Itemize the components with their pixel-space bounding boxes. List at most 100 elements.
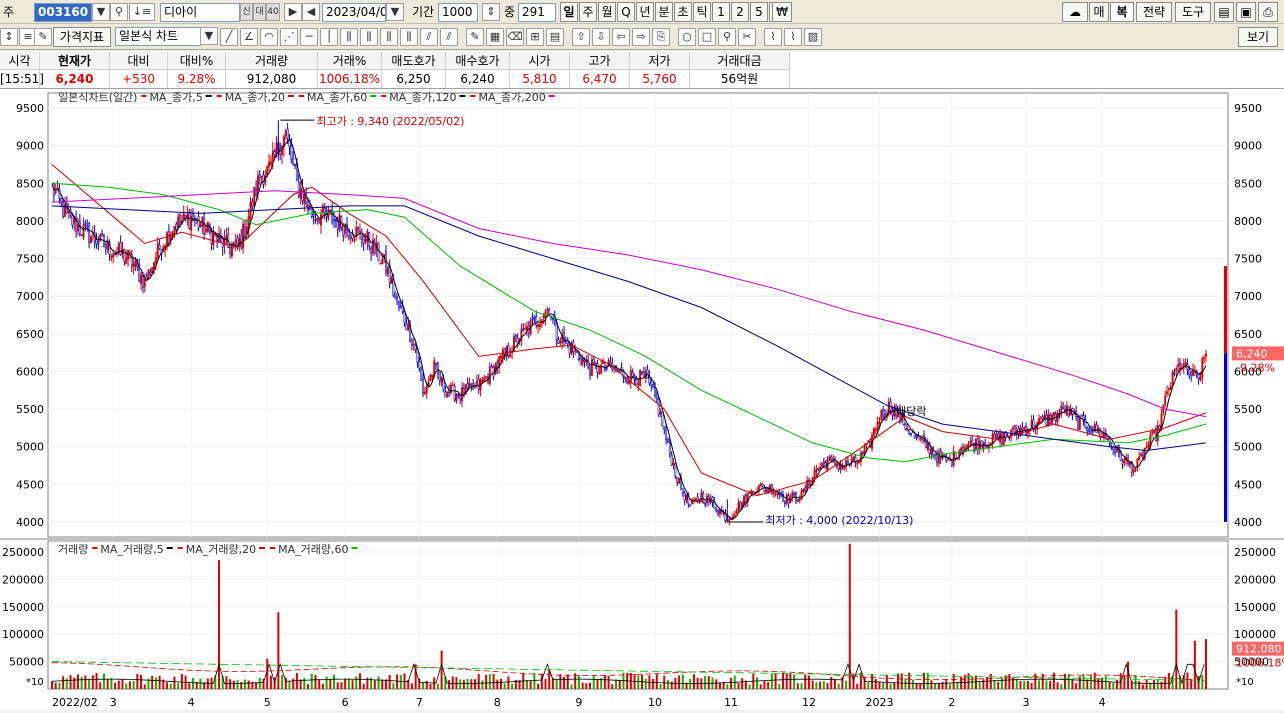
grid1-icon[interactable]: ⫼ <box>340 28 358 46</box>
candle-body <box>822 461 825 465</box>
palette-icon[interactable]: ▦ <box>486 28 504 46</box>
arrow-up-down-icon[interactable]: ↕ <box>0 28 18 46</box>
candle-body <box>1132 469 1135 472</box>
period-input[interactable]: 1000 <box>438 3 478 22</box>
grid3-icon[interactable]: ⫼ <box>380 28 398 46</box>
candle-body <box>1023 427 1026 430</box>
timeframe-8[interactable]: 1 <box>712 2 730 22</box>
save-icon[interactable]: ▣ <box>1236 2 1256 22</box>
candle-body <box>1153 430 1156 434</box>
volume-bar <box>741 678 744 689</box>
candle-body <box>995 434 998 438</box>
copy-icon[interactable]: ⎘ <box>652 28 670 46</box>
wave2-icon[interactable]: ⌇ <box>784 28 802 46</box>
eraser-icon[interactable]: ⌫ <box>506 28 524 46</box>
grid2-icon[interactable]: ⫼ <box>360 28 378 46</box>
candle-body <box>735 510 738 515</box>
code-dropdown-icon[interactable]: ▼ <box>92 3 110 21</box>
right-icon[interactable]: ⇨ <box>632 28 650 46</box>
strategy-button[interactable]: 전략 <box>1136 2 1172 22</box>
candle-body <box>702 492 705 503</box>
candle-body <box>1000 434 1003 444</box>
calendar-dropdown-icon[interactable]: ▼ <box>386 3 404 21</box>
export-icon[interactable]: ▧ <box>804 28 822 46</box>
tools-button[interactable]: 도구 <box>1175 2 1211 22</box>
edit-icon[interactable]: ✎ <box>34 28 52 46</box>
volume-unit-left: *10 <box>26 677 44 688</box>
line-icon[interactable]: ╱ <box>220 28 238 46</box>
candle-body <box>86 225 89 228</box>
channel1-icon[interactable]: ⫽ <box>420 28 438 46</box>
view-button[interactable]: 보기 <box>1238 27 1278 47</box>
timeframe-10[interactable]: 5 <box>750 2 768 22</box>
timeframe-0[interactable]: 일 <box>560 2 578 22</box>
buy-button[interactable]: 매 <box>1089 2 1109 22</box>
date-field[interactable]: 2023/04/07 <box>322 3 386 22</box>
vline-icon[interactable]: │ <box>320 28 338 46</box>
fan-icon[interactable]: ⋰ <box>280 28 298 46</box>
candle-body <box>915 435 918 437</box>
timeframe-7[interactable]: 틱 <box>693 2 711 22</box>
indicator-button[interactable]: 가격지표 <box>53 27 111 47</box>
angle-icon[interactable]: ∠ <box>240 28 258 46</box>
candle-body <box>386 267 389 274</box>
timeframe-9[interactable]: 2 <box>731 2 749 22</box>
channel2-icon[interactable]: ⫽ <box>440 28 458 46</box>
search-icon[interactable]: ⚲ <box>110 3 128 21</box>
folder-icon[interactable]: ▤ <box>1214 2 1234 22</box>
arc-icon[interactable]: ◠ <box>260 28 278 46</box>
candle-body <box>704 502 707 505</box>
cloud-icon[interactable]: ☁ <box>1062 2 1088 22</box>
volume-tick-left: 250000 <box>2 546 44 559</box>
play-back-icon[interactable]: ◀ <box>302 3 320 21</box>
candle-body <box>698 500 701 503</box>
candle-body <box>1164 395 1167 405</box>
period-label: 기간 <box>412 5 435 19</box>
candle-body <box>496 362 499 368</box>
left-icon[interactable]: ⇦ <box>612 28 630 46</box>
rect-icon[interactable]: □ <box>698 28 716 46</box>
period-spinner-icon[interactable]: ⇕ <box>482 3 500 21</box>
timeframe-2[interactable]: 월 <box>598 2 616 22</box>
mid-input[interactable]: 291 <box>518 3 556 22</box>
candle-body <box>1041 416 1044 420</box>
candle-body <box>370 247 373 254</box>
stock-code-input[interactable]: 003160 <box>34 3 92 22</box>
up-icon[interactable]: ⇧ <box>572 28 590 46</box>
candle-body <box>542 315 545 319</box>
candle-body <box>179 214 181 223</box>
timeframe-1[interactable]: 주 <box>579 2 597 22</box>
candle-body <box>229 247 232 254</box>
add-icon[interactable]: ⊞ <box>526 28 544 46</box>
chart-svg[interactable]: 4000 40004500 45005000 50005500 55006000 6000… <box>0 89 1284 710</box>
cut-icon[interactable]: ✂ <box>738 28 756 46</box>
circle-icon[interactable]: ○ <box>678 28 696 46</box>
timeframe-6[interactable]: 초 <box>674 2 692 22</box>
chart-type-select[interactable]: 일본식 차트 <box>115 27 201 46</box>
candle-body <box>1134 468 1137 471</box>
wave1-icon[interactable]: ⌇ <box>764 28 782 46</box>
hline-icon[interactable]: ─ <box>300 28 318 46</box>
timeframe-4[interactable]: 년 <box>636 2 654 22</box>
chart-area[interactable]: 4000 4000 4500 4500 5000 5000 5500 5500 6000 6000… <box>0 89 1284 710</box>
grid4-icon[interactable]: ⫼ <box>400 28 418 46</box>
pen-icon[interactable]: ✎ <box>466 28 484 46</box>
doc-icon[interactable]: ▤ <box>546 28 564 46</box>
volume-bar <box>1045 680 1048 689</box>
vol-legend-dash <box>177 547 183 549</box>
chart-type-dropdown-icon[interactable]: ▼ <box>200 27 218 45</box>
timeframe-3[interactable]: Q <box>617 2 635 22</box>
candle-body <box>1080 414 1083 417</box>
play-forward-icon[interactable]: ▶ <box>284 3 302 21</box>
currency-button[interactable]: ₩ <box>772 2 792 22</box>
compound-button[interactable]: 복 <box>1110 2 1134 22</box>
volume-bar <box>585 683 588 689</box>
timeframe-5[interactable]: 분 <box>655 2 673 22</box>
volume-bar <box>169 683 172 689</box>
down-icon[interactable]: ⇩ <box>592 28 610 46</box>
print-icon[interactable]: ⎙ <box>1258 2 1278 22</box>
candle-body <box>750 491 753 493</box>
zoom-icon[interactable]: ⚲ <box>718 28 736 46</box>
sort-icon[interactable]: ↓≡ <box>129 3 155 21</box>
volume-bar <box>225 676 228 689</box>
